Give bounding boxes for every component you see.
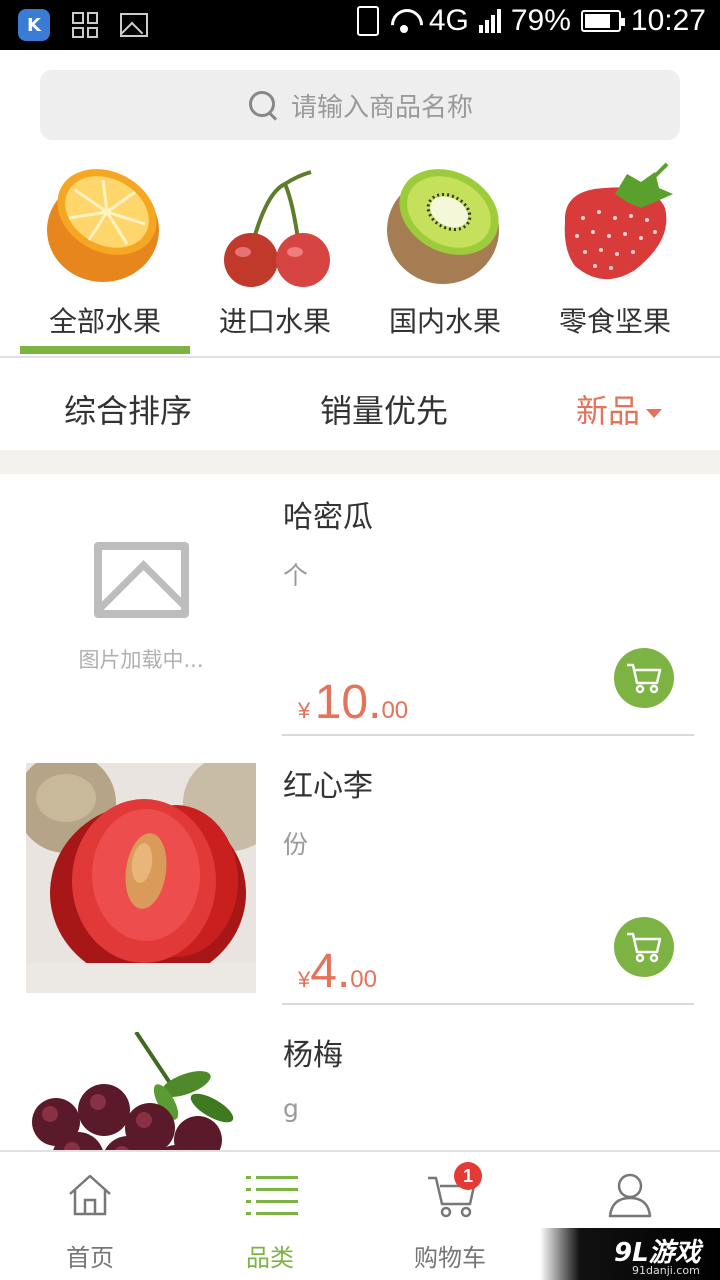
sort-new-label: 新品 [576,392,641,430]
product-price: ¥ 10.00 [298,679,408,727]
category-tabs: 全部水果 进口水果 国内水果 零食坚果 [0,150,720,358]
caret-down-icon [646,408,663,418]
kiwi-icon [387,169,499,284]
status-bar: K 4G 79% 10:27 [0,0,720,50]
category-all-fruit[interactable]: 全部水果 [20,150,190,356]
tab-label: 品类 [246,1244,294,1272]
user-icon [608,1173,652,1218]
cart-count-badge: 1 [454,1162,482,1190]
price-currency: ¥ [298,698,311,723]
category-label: 全部水果 [48,305,161,338]
home-icon [69,1174,111,1216]
app-k-icon: K [18,9,50,41]
tab-cart[interactable]: 1 购物车 [360,1152,540,1280]
tab-home[interactable]: 首页 [0,1152,180,1280]
tab-label: 首页 [66,1244,114,1272]
sort-bar: 综合排序 销量优先 新品 [0,358,720,450]
network-type: 4G [428,4,469,37]
image-loading-text: 图片加载中... [78,648,204,672]
category-imported-fruit[interactable]: 进口水果 [190,150,360,356]
product-name: 杨梅 [283,1038,343,1073]
vibrate-icon [356,6,379,36]
category-domestic-fruit[interactable]: 国内水果 [360,150,530,356]
orange-icon [47,169,159,282]
category-snacks-nuts[interactable]: 零食坚果 [530,150,700,356]
category-label: 国内水果 [388,305,501,338]
clock: 10:27 [630,4,706,37]
list-icon [246,1176,298,1215]
tab-category[interactable]: 品类 [180,1152,360,1280]
sort-new[interactable]: 新品 [576,386,663,432]
watermark: 9L游戏 91danji.com [540,1228,720,1280]
add-to-cart-button[interactable] [614,648,674,708]
search-input[interactable]: 请输入商品名称 [40,70,680,140]
price-decimal: 00 [350,966,377,993]
image-placeholder-icon [94,542,189,618]
product-price: ¥4.00 [298,948,377,996]
price-integer: 4. [310,945,351,998]
cart-icon [627,663,662,694]
product-unit: g [283,1094,299,1123]
price-decimal: 00 [381,697,409,724]
search-placeholder: 请输入商品名称 [290,92,473,123]
bottom-tab-bar: 首页 品类 1 购物车 9L游戏 91danji.com [0,1150,720,1280]
price-currency: ¥ [298,967,311,992]
section-divider [0,450,720,474]
item-divider [282,1003,694,1005]
red-plum-photo [26,763,256,993]
product-image [26,1032,256,1150]
signal-icon [478,9,501,33]
product-name: 哈密瓜 [283,500,373,535]
search-section: 请输入商品名称 [0,50,720,150]
product-unit: 个 [283,561,309,590]
battery-percent: 79% [510,4,571,37]
wifi-icon [389,9,419,33]
category-label: 进口水果 [218,305,331,338]
selected-category-indicator [20,346,190,354]
add-to-cart-button[interactable] [614,917,674,977]
product-list[interactable]: 图片加载中... 哈密瓜 个 ¥ 10.00 红心李 份 ¥4.00 杨梅 g [0,474,720,1150]
strawberry-icon [564,162,673,280]
image-icon [120,13,148,37]
cherry-icon [224,170,330,287]
tab-label: 购物车 [414,1244,486,1272]
category-label: 零食坚果 [558,305,671,338]
sort-sales[interactable]: 销量优先 [320,386,448,432]
product-unit: 份 [283,830,309,859]
price-integer: 10. [314,676,382,729]
sort-comprehensive[interactable]: 综合排序 [64,386,192,432]
product-item[interactable]: 红心李 份 ¥4.00 [0,743,720,1012]
cart-icon [627,932,662,963]
product-image [26,763,256,993]
product-name: 红心李 [283,769,373,804]
watermark-url: 91danji.com [632,1264,700,1277]
product-image-placeholder: 图片加载中... [26,494,256,724]
bayberry-photo [26,1032,256,1150]
product-item[interactable]: 图片加载中... 哈密瓜 个 ¥ 10.00 [0,474,720,743]
battery-icon [580,10,625,32]
search-icon [247,89,279,121]
product-item[interactable]: 杨梅 g [0,1012,720,1150]
item-divider [282,734,694,736]
apps-grid-icon [72,12,98,38]
